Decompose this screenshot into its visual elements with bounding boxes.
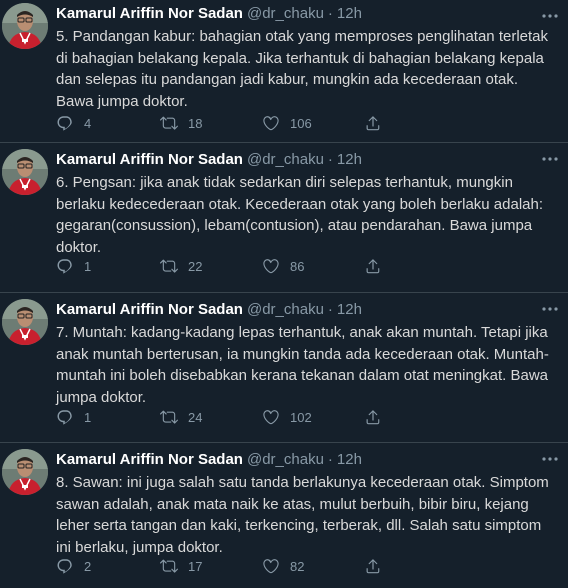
avatar-column — [0, 149, 56, 292]
separator: · — [327, 451, 333, 468]
avatar[interactable] — [2, 3, 48, 49]
more-icon[interactable] — [540, 6, 560, 26]
tweet-actions: 2 17 82 — [56, 556, 568, 576]
share-icon — [366, 259, 380, 274]
share-button[interactable] — [364, 257, 468, 275]
tweet-text: 5. Pandangan kabur: bahagian otak yang m… — [56, 28, 549, 110]
tweet[interactable]: Kamarul Ariffin Nor Sadan @dr_chaku · 12… — [0, 143, 568, 293]
like-button[interactable]: 86 — [262, 257, 364, 275]
avatar[interactable] — [2, 449, 48, 495]
reply-button[interactable]: 2 — [56, 557, 160, 575]
like-button[interactable]: 82 — [262, 557, 364, 575]
author-handle[interactable]: @dr_chaku — [247, 299, 324, 321]
heart-icon — [263, 410, 279, 425]
like-count: 102 — [290, 409, 312, 425]
more-icon[interactable] — [540, 299, 560, 319]
tweet[interactable]: Kamarul Ariffin Nor Sadan @dr_chaku · 12… — [0, 0, 568, 143]
like-button[interactable]: 102 — [262, 408, 364, 426]
tweet-feed: Kamarul Ariffin Nor Sadan @dr_chaku · 12… — [0, 0, 568, 588]
author-handle[interactable]: @dr_chaku — [247, 3, 324, 25]
separator: · — [327, 151, 333, 168]
avatar[interactable] — [2, 299, 48, 345]
timestamp[interactable]: 12h — [337, 149, 362, 171]
avatar-column — [0, 449, 56, 588]
reply-button[interactable]: 1 — [56, 257, 160, 275]
reply-icon — [57, 559, 72, 574]
tweet-actions: 1 24 102 — [56, 407, 568, 427]
tweet-actions: 1 22 86 — [56, 256, 568, 276]
tweet-text: 7. Muntah: kadang-kadang lepas terhantuk… — [56, 324, 549, 406]
avatar-column — [0, 299, 56, 442]
retweet-count: 24 — [188, 409, 203, 425]
avatar-column — [0, 3, 56, 142]
share-button[interactable] — [364, 557, 468, 575]
author-name[interactable]: Kamarul Ariffin Nor Sadan — [56, 3, 243, 25]
tweet-header: Kamarul Ariffin Nor Sadan @dr_chaku · 12… — [56, 3, 556, 25]
tweet-text: 6. Pengsan: jika anak tidak sedarkan dir… — [56, 174, 544, 256]
share-icon — [366, 116, 380, 131]
more-icon[interactable] — [540, 149, 560, 169]
like-count: 106 — [290, 115, 312, 131]
author-name[interactable]: Kamarul Ariffin Nor Sadan — [56, 299, 243, 321]
separator: · — [327, 301, 333, 318]
author-name[interactable]: Kamarul Ariffin Nor Sadan — [56, 149, 243, 171]
more-icon[interactable] — [540, 449, 560, 469]
reply-count: 4 — [84, 115, 92, 131]
share-button[interactable] — [364, 408, 468, 426]
reply-count: 1 — [84, 258, 92, 274]
tweet-header: Kamarul Ariffin Nor Sadan @dr_chaku · 12… — [56, 449, 556, 471]
retweet-count: 17 — [188, 558, 203, 574]
like-count: 82 — [290, 558, 305, 574]
tweet-text: 8. Sawan: ini juga salah satu tanda berl… — [56, 474, 549, 556]
reply-icon — [57, 259, 72, 274]
like-button[interactable]: 106 — [262, 114, 364, 132]
avatar[interactable] — [2, 149, 48, 195]
reply-button[interactable]: 1 — [56, 408, 160, 426]
tweet-header: Kamarul Ariffin Nor Sadan @dr_chaku · 12… — [56, 149, 556, 171]
timestamp[interactable]: 12h — [337, 299, 362, 321]
retweet-button[interactable]: 22 — [160, 257, 262, 275]
reply-icon — [57, 410, 72, 425]
reply-count: 2 — [84, 558, 92, 574]
author-handle[interactable]: @dr_chaku — [247, 449, 324, 471]
share-icon — [366, 410, 380, 425]
reply-button[interactable]: 4 — [56, 114, 160, 132]
retweet-icon — [160, 559, 178, 573]
retweet-count: 22 — [188, 258, 203, 274]
reply-icon — [57, 116, 72, 131]
retweet-button[interactable]: 24 — [160, 408, 262, 426]
retweet-count: 18 — [188, 115, 203, 131]
timestamp[interactable]: 12h — [337, 3, 362, 25]
retweet-icon — [160, 259, 178, 273]
share-icon — [366, 559, 380, 574]
reply-count: 1 — [84, 409, 92, 425]
retweet-icon — [160, 116, 178, 130]
author-handle[interactable]: @dr_chaku — [247, 149, 324, 171]
tweet[interactable]: Kamarul Ariffin Nor Sadan @dr_chaku · 12… — [0, 293, 568, 443]
tweet[interactable]: Kamarul Ariffin Nor Sadan @dr_chaku · 12… — [0, 443, 568, 588]
heart-icon — [263, 259, 279, 274]
share-button[interactable] — [364, 114, 468, 132]
heart-icon — [263, 559, 279, 574]
separator: · — [327, 5, 333, 22]
heart-icon — [263, 116, 279, 131]
tweet-header: Kamarul Ariffin Nor Sadan @dr_chaku · 12… — [56, 299, 556, 321]
retweet-icon — [160, 410, 178, 424]
retweet-button[interactable]: 18 — [160, 114, 262, 132]
like-count: 86 — [290, 258, 305, 274]
retweet-button[interactable]: 17 — [160, 557, 262, 575]
author-name[interactable]: Kamarul Ariffin Nor Sadan — [56, 449, 243, 471]
tweet-actions: 4 18 106 — [56, 113, 568, 133]
timestamp[interactable]: 12h — [337, 449, 362, 471]
